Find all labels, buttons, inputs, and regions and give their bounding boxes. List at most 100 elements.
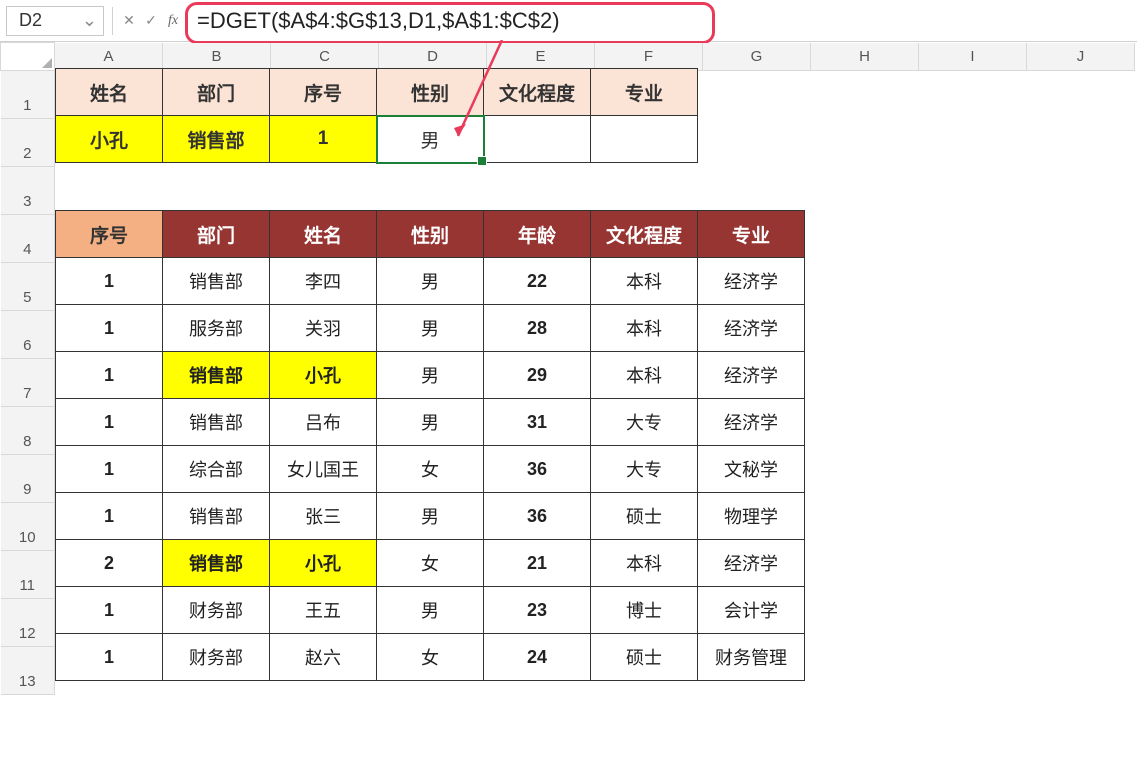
data-cell[interactable]: 销售部	[163, 540, 270, 587]
table-row[interactable]: 1财务部王五男23博士会计学	[56, 587, 805, 634]
data-cell[interactable]: 1	[56, 352, 163, 399]
col-header[interactable]: H	[811, 43, 919, 71]
data-cell[interactable]: 文秘学	[698, 446, 805, 493]
data-cell[interactable]: 28	[484, 305, 591, 352]
col-header[interactable]: I	[919, 43, 1027, 71]
criteria-header[interactable]: 性别	[377, 69, 484, 116]
table-row[interactable]: 1财务部赵六女24硕士财务管理	[56, 634, 805, 681]
criteria-cell[interactable]: 小孔	[56, 116, 163, 163]
criteria-header[interactable]: 序号	[270, 69, 377, 116]
data-cell[interactable]: 会计学	[698, 587, 805, 634]
row-header[interactable]: 4	[1, 215, 55, 263]
data-cell[interactable]: 1	[56, 634, 163, 681]
data-cell[interactable]: 销售部	[163, 258, 270, 305]
data-cell[interactable]: 关羽	[270, 305, 377, 352]
data-header[interactable]: 专业	[698, 211, 805, 258]
data-cell[interactable]: 经济学	[698, 305, 805, 352]
row-header[interactable]: 8	[1, 407, 55, 455]
table-row[interactable]: 1综合部女儿国王女36大专文秘学	[56, 446, 805, 493]
name-box[interactable]: D2 ⌄	[6, 6, 104, 36]
data-cell[interactable]: 大专	[591, 446, 698, 493]
data-cell[interactable]: 小孔	[270, 352, 377, 399]
table-row[interactable]: 1销售部李四男22本科经济学	[56, 258, 805, 305]
col-header[interactable]: A	[55, 43, 163, 71]
row-header[interactable]: 2	[1, 119, 55, 167]
row-header[interactable]: 11	[1, 551, 55, 599]
table-row[interactable]: 1服务部关羽男28本科经济学	[56, 305, 805, 352]
data-header[interactable]: 姓名	[270, 211, 377, 258]
data-cell[interactable]: 财务部	[163, 634, 270, 681]
data-header[interactable]: 文化程度	[591, 211, 698, 258]
select-all-corner[interactable]	[1, 43, 55, 71]
data-cell[interactable]: 男	[377, 493, 484, 540]
criteria-table[interactable]: 姓名 部门 序号 性别 文化程度 专业 小孔 销售部 1 男	[55, 68, 698, 163]
data-cell[interactable]: 王五	[270, 587, 377, 634]
criteria-header[interactable]: 姓名	[56, 69, 163, 116]
worksheet[interactable]: A B C D E F G H I J 12345678910111213 姓名…	[0, 42, 1137, 695]
col-header[interactable]: D	[379, 43, 487, 71]
data-cell[interactable]: 经济学	[698, 258, 805, 305]
table-row[interactable]: 2销售部小孔女21本科经济学	[56, 540, 805, 587]
col-header[interactable]: E	[487, 43, 595, 71]
criteria-cell[interactable]: 销售部	[163, 116, 270, 163]
data-cell[interactable]: 销售部	[163, 493, 270, 540]
data-cell[interactable]: 张三	[270, 493, 377, 540]
data-table[interactable]: 序号 部门 姓名 性别 年龄 文化程度 专业 1销售部李四男22本科经济学1服务…	[55, 210, 805, 681]
data-cell[interactable]: 男	[377, 399, 484, 446]
data-cell[interactable]: 23	[484, 587, 591, 634]
table-row[interactable]: 1销售部吕布男31大专经济学	[56, 399, 805, 446]
data-cell[interactable]: 服务部	[163, 305, 270, 352]
criteria-header[interactable]: 文化程度	[484, 69, 591, 116]
data-cell[interactable]: 1	[56, 258, 163, 305]
data-cell[interactable]: 本科	[591, 352, 698, 399]
data-cell[interactable]: 财务部	[163, 587, 270, 634]
data-cell[interactable]: 2	[56, 540, 163, 587]
data-cell[interactable]: 硕士	[591, 493, 698, 540]
data-cell[interactable]: 经济学	[698, 352, 805, 399]
data-cell[interactable]: 男	[377, 258, 484, 305]
data-cell[interactable]: 1	[56, 399, 163, 446]
fx-icon[interactable]: fx	[165, 13, 181, 29]
col-header[interactable]: J	[1027, 43, 1135, 71]
data-cell[interactable]: 大专	[591, 399, 698, 446]
data-cell[interactable]: 经济学	[698, 540, 805, 587]
data-cell[interactable]: 赵六	[270, 634, 377, 681]
data-cell[interactable]: 31	[484, 399, 591, 446]
data-cell[interactable]: 29	[484, 352, 591, 399]
criteria-cell[interactable]	[591, 116, 698, 163]
col-header[interactable]: B	[163, 43, 271, 71]
data-cell[interactable]: 吕布	[270, 399, 377, 446]
row-header[interactable]: 10	[1, 503, 55, 551]
data-header[interactable]: 部门	[163, 211, 270, 258]
data-cell[interactable]: 博士	[591, 587, 698, 634]
data-cell[interactable]: 销售部	[163, 352, 270, 399]
data-header[interactable]: 序号	[56, 211, 163, 258]
criteria-cell[interactable]: 1	[270, 116, 377, 163]
col-header[interactable]: G	[703, 43, 811, 71]
data-cell[interactable]: 36	[484, 493, 591, 540]
data-cell[interactable]: 22	[484, 258, 591, 305]
data-cell[interactable]: 本科	[591, 305, 698, 352]
data-cell[interactable]: 经济学	[698, 399, 805, 446]
row-header[interactable]: 12	[1, 599, 55, 647]
formula-input-wrap[interactable]: =DGET($A$4:$G$13,D1,$A$1:$C$2)	[191, 8, 1131, 34]
row-header[interactable]: 3	[1, 167, 55, 215]
data-cell[interactable]: 1	[56, 587, 163, 634]
row-header[interactable]: 6	[1, 311, 55, 359]
data-cell[interactable]: 李四	[270, 258, 377, 305]
data-cell[interactable]: 女	[377, 446, 484, 493]
row-header[interactable]: 5	[1, 263, 55, 311]
data-cell[interactable]: 女	[377, 540, 484, 587]
data-cell[interactable]: 1	[56, 305, 163, 352]
data-cell[interactable]: 男	[377, 587, 484, 634]
data-cell[interactable]: 本科	[591, 540, 698, 587]
data-header[interactable]: 年龄	[484, 211, 591, 258]
data-cell[interactable]: 36	[484, 446, 591, 493]
active-cell-d2[interactable]: 男	[377, 116, 484, 163]
data-cell[interactable]: 物理学	[698, 493, 805, 540]
row-header[interactable]: 7	[1, 359, 55, 407]
data-cell[interactable]: 1	[56, 446, 163, 493]
data-cell[interactable]: 小孔	[270, 540, 377, 587]
data-cell[interactable]: 女	[377, 634, 484, 681]
accept-formula-icon[interactable]: ✓	[143, 12, 159, 29]
